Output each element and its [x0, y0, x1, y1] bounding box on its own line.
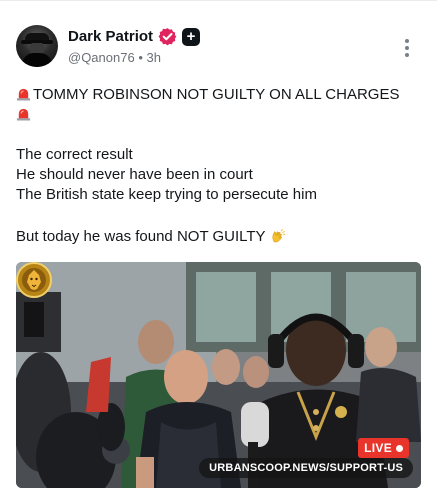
verified-badge-icon: [158, 28, 177, 46]
post-text-line-5: But today he was found NOT GUILTY: [16, 227, 286, 247]
post-time[interactable]: 3h: [147, 50, 161, 65]
post-text-line-4: The British state keep trying to persecu…: [16, 186, 317, 203]
meta-separator: •: [138, 50, 143, 65]
police-car-light-icon: [16, 88, 31, 101]
author-meta: @Qanon76 • 3h: [68, 50, 161, 65]
post-text-siren-line: [16, 105, 33, 125]
post-text-line-1: TOMMY ROBINSON NOT GUILTY ON ALL CHARGES: [16, 85, 399, 105]
avatar[interactable]: [16, 25, 58, 67]
post-text-line-3: He should never have been in court: [16, 166, 253, 183]
police-car-light-icon: [16, 108, 31, 121]
lion-logo-icon: [16, 262, 52, 298]
verdict-text: But today he was found NOT GUILTY: [16, 228, 266, 245]
author-handle[interactable]: @Qanon76: [68, 50, 135, 65]
author-display-name[interactable]: Dark Patriot: [68, 28, 153, 45]
live-badge: LIVE: [358, 438, 409, 458]
clapping-hands-icon: [272, 228, 285, 243]
author-name-row: Dark Patriot +: [68, 27, 201, 46]
more-options-icon[interactable]: [400, 37, 414, 59]
headline-text: TOMMY ROBINSON NOT GUILTY ON ALL CHARGES: [33, 86, 400, 103]
live-dot-icon: [396, 444, 403, 452]
post-text-line-2: The correct result: [16, 146, 133, 163]
plus-badge-icon: +: [182, 27, 201, 46]
post-card: Dark Patriot + @Qanon76 • 3h TOMMY ROBIN…: [0, 0, 437, 500]
watermark-url: URBANSCOOP.NEWS/SUPPORT-US: [199, 458, 413, 478]
live-label: LIVE: [364, 441, 392, 455]
post-video[interactable]: LIVE URBANSCOOP.NEWS/SUPPORT-US: [16, 262, 421, 488]
